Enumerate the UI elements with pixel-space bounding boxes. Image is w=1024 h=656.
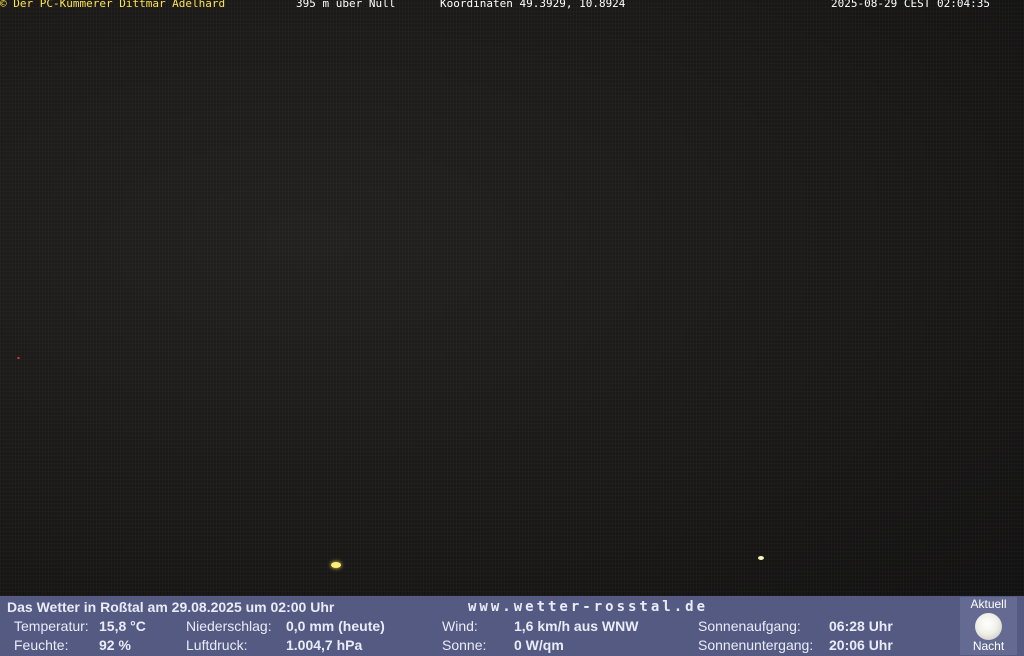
sunrise-value: 06:28 Uhr bbox=[829, 618, 893, 634]
humidity-label: Feuchte: bbox=[14, 637, 69, 653]
moon-phase-box: Aktuell Nacht bbox=[960, 597, 1017, 655]
precipitation-label: Niederschlag: bbox=[186, 618, 272, 634]
humidity-value: 92 % bbox=[99, 637, 131, 653]
wind-label: Wind: bbox=[442, 618, 478, 634]
sunset-value: 20:06 Uhr bbox=[829, 637, 893, 653]
full-moon-icon bbox=[975, 613, 1002, 640]
overlay-bar: © Der PC-Kümmerer Dittmar Adelhard 395 m… bbox=[0, 0, 1024, 10]
street-light-right bbox=[758, 556, 764, 560]
distant-light-red bbox=[17, 357, 20, 359]
temperature-label: Temperatur: bbox=[14, 618, 89, 634]
sun-radiation-value: 0 W/qm bbox=[514, 637, 564, 653]
copyright-text: © Der PC-Kümmerer Dittmar Adelhard bbox=[0, 0, 226, 10]
moon-night-label: Nacht bbox=[972, 639, 1005, 653]
datetime-text: 2025-08-29 CEST 02:04:35 bbox=[831, 0, 990, 10]
website-link[interactable]: www.wetter-rosstal.de bbox=[468, 599, 708, 615]
sunrise-label: Sonnenaufgang: bbox=[698, 618, 801, 634]
sunset-label: Sonnenuntergang: bbox=[698, 637, 814, 653]
wind-value: 1,6 km/h aus WNW bbox=[514, 618, 639, 634]
precipitation-value: 0,0 mm (heute) bbox=[286, 618, 385, 634]
weather-panel: Das Wetter in Roßtal am 29.08.2025 um 02… bbox=[0, 596, 1024, 656]
pressure-value: 1.004,7 hPa bbox=[286, 637, 363, 653]
altitude-text: 395 m über Null bbox=[296, 0, 396, 10]
street-light-left bbox=[331, 562, 341, 568]
temperature-value: 15,8 °C bbox=[99, 618, 146, 634]
coordinates-text: Koordinaten 49.3929, 10.8924 bbox=[440, 0, 626, 10]
moon-current-label: Aktuell bbox=[970, 597, 1007, 611]
pressure-label: Luftdruck: bbox=[186, 637, 248, 653]
webcam-image bbox=[0, 0, 1024, 596]
sun-radiation-label: Sonne: bbox=[442, 637, 487, 653]
weather-title: Das Wetter in Roßtal am 29.08.2025 um 02… bbox=[7, 599, 335, 615]
